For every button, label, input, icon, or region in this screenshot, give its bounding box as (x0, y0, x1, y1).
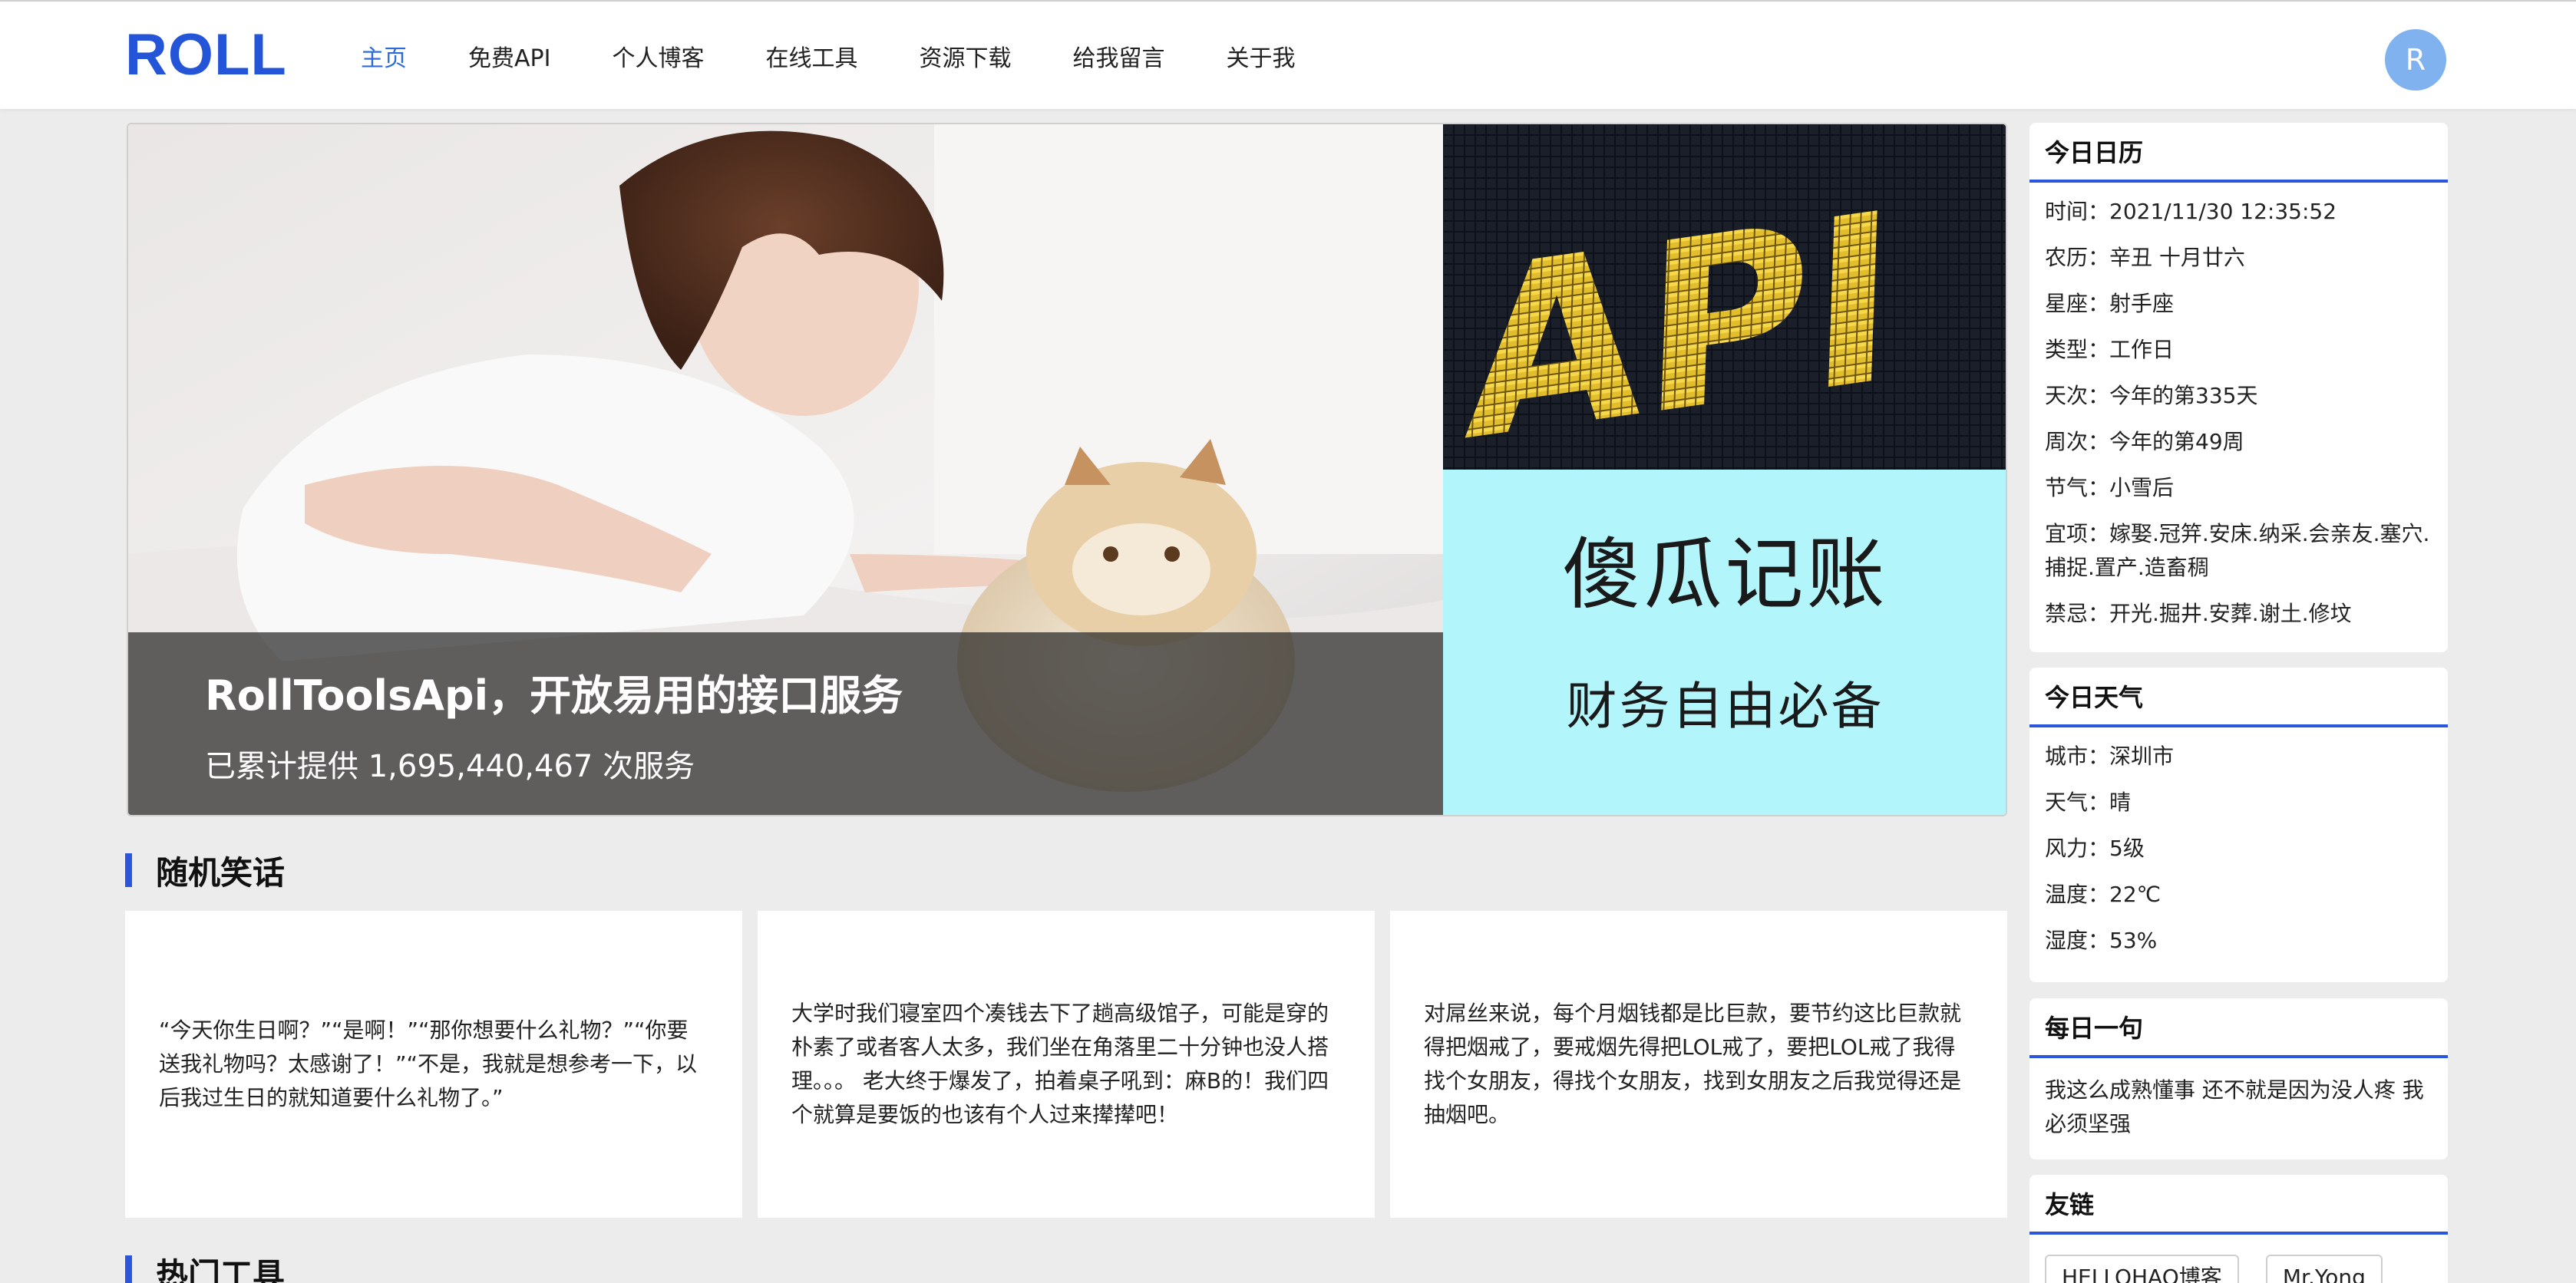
nav-home[interactable]: 主页 (361, 39, 407, 73)
calendar-title: 今日日历 (2029, 123, 2448, 183)
ad-title: 傻瓜记账 (1562, 529, 1888, 621)
weather-city: 城市：深圳市 (2045, 744, 2175, 769)
friend-links-title: 友链 (2029, 1175, 2448, 1235)
daily-quote-text: 我这么成熟懂事 还不就是因为没人疼 我必须坚强 (2045, 1077, 2424, 1136)
joke-text: 大学时我们寝室四个凑钱去下了趟高级馆子，可能是穿的朴素了或者客人太多，我们坐在角… (791, 1001, 1329, 1127)
joke-text: 对屌丝来说，每个月烟钱都是比巨款，要节约这比巨款就得把烟戒了，要戒烟先得把LOL… (1424, 1001, 1962, 1127)
weather-condition: 天气：晴 (2045, 790, 2132, 815)
banner-service-count: 已累计提供 1,695,440,467 次服务 (205, 749, 695, 784)
joke-card[interactable]: 对屌丝来说，每个月烟钱都是比巨款，要节约这比巨款就得把烟戒了，要戒烟先得把LOL… (1390, 911, 2007, 1218)
ad-subtitle: 财务自由必备 (1566, 677, 1884, 736)
banner-caption-overlay (128, 632, 1443, 815)
joke-card[interactable]: “今天你生日啊？”“是啊！”“那你想要什么礼物？”“你要送我礼物吗？太感谢了！”… (125, 911, 742, 1218)
user-avatar[interactable]: R (2385, 29, 2446, 91)
nav-free-api[interactable]: 免费API (468, 39, 550, 73)
friend-links-list: HELLOHAO博客 Mr.Yong (2045, 1255, 2432, 1283)
banner-title: RollToolsApi，开放易用的接口服务 (205, 671, 903, 720)
friend-link[interactable]: HELLOHAO博客 (2045, 1255, 2239, 1283)
joke-text: “今天你生日啊？”“是啊！”“那你想要什么礼物？”“你要送我礼物吗？太感谢了！”… (159, 1017, 698, 1110)
calendar-avoid: 禁忌：开光.掘井.安葬.谢土.修坟 (2045, 601, 2352, 626)
nav-online-tools[interactable]: 在线工具 (765, 39, 857, 73)
calendar-suitable: 宜项：嫁娶.冠笄.安床.纳采.会亲友.塞穴.捕捉.置产.造畜稠 (2045, 521, 2430, 580)
friend-links-card: 友链 HELLOHAO博客 Mr.Yong (2029, 1175, 2448, 1283)
joke-card[interactable]: 大学时我们寝室四个凑钱去下了趟高级馆子，可能是穿的朴素了或者客人太多，我们坐在角… (758, 911, 1375, 1218)
account-app-ad[interactable]: 傻瓜记账 财务自由必备 (1443, 470, 2006, 815)
api-banner-image[interactable]: API (1443, 124, 2006, 470)
nav-downloads[interactable]: 资源下载 (919, 39, 1011, 73)
section-title-jokes: 随机笑话 (125, 847, 285, 894)
api-pixel-graphic: API (1443, 124, 2006, 470)
calendar-week-of-year: 周次：今年的第49周 (2045, 429, 2244, 454)
weather-title: 今日天气 (2029, 668, 2448, 727)
nav-message[interactable]: 给我留言 (1072, 39, 1164, 73)
top-navbar: ROLL 主页 免费API 个人博客 在线工具 资源下载 给我留言 关于我 R (0, 0, 2576, 109)
site-logo[interactable]: ROLL (125, 21, 287, 88)
hero-banner: RollToolsApi，开放易用的接口服务 已累计提供 1,695,440,4… (127, 123, 2007, 816)
calendar-time: 时间：2021/11/30 12:35:52 (2045, 199, 2337, 224)
section-title-tools: 热门工具 (125, 1249, 285, 1283)
weather-temperature: 温度：22℃ (2045, 882, 2162, 907)
main-nav: 主页 免费API 个人博客 在线工具 资源下载 给我留言 关于我 (361, 2, 1356, 110)
weather-card: 今日天气 城市：深圳市 天气：晴 风力：5级 温度：22℃ 湿度：53% (2029, 668, 2448, 982)
weather-wind: 风力：5级 (2045, 836, 2145, 861)
calendar-zodiac: 星座：射手座 (2045, 291, 2175, 316)
calendar-card: 今日日历 时间：2021/11/30 12:35:52 农历：辛丑 十月廿六 星… (2029, 123, 2448, 652)
calendar-day-of-year: 天次：今年的第335天 (2045, 383, 2258, 408)
friend-link[interactable]: Mr.Yong (2265, 1255, 2383, 1283)
calendar-solar-term: 节气：小雪后 (2045, 475, 2175, 500)
banner-slide[interactable]: RollToolsApi，开放易用的接口服务 已累计提供 1,695,440,4… (128, 124, 1443, 815)
weather-humidity: 湿度：53% (2045, 928, 2158, 953)
nav-about[interactable]: 关于我 (1226, 39, 1295, 73)
calendar-daytype: 类型：工作日 (2045, 337, 2175, 362)
nav-blog[interactable]: 个人博客 (612, 39, 704, 73)
daily-quote-title: 每日一句 (2029, 998, 2448, 1058)
calendar-lunar: 农历：辛丑 十月廿六 (2045, 245, 2245, 270)
daily-quote-card: 每日一句 我这么成熟懂事 还不就是因为没人疼 我必须坚强 (2029, 998, 2448, 1159)
